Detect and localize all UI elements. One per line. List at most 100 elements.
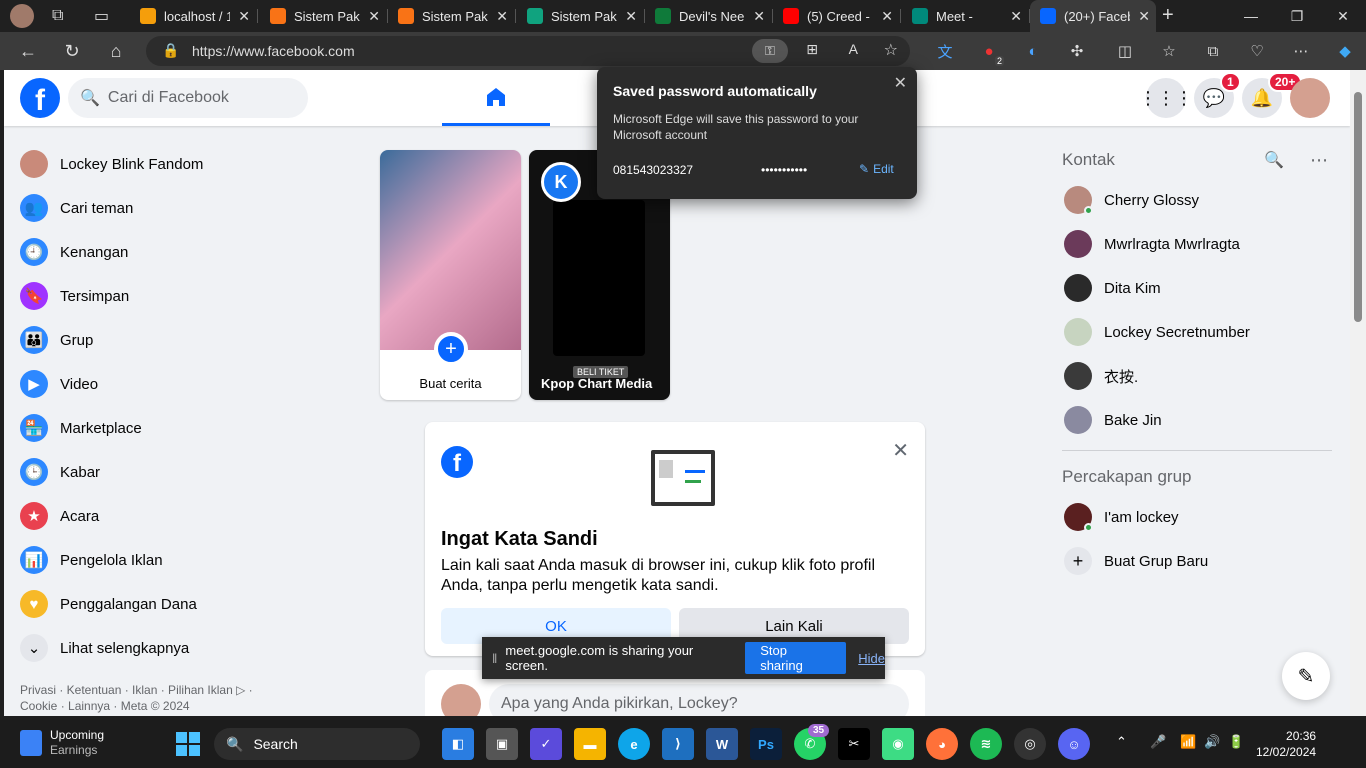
volume-icon[interactable]: 🔊 — [1204, 734, 1220, 750]
extension-badge-icon[interactable]: ● 2 — [978, 40, 1004, 66]
android-icon[interactable]: ◉ — [882, 728, 914, 760]
back-icon[interactable]: ← — [15, 38, 41, 64]
close-icon[interactable]: ✕ — [892, 438, 909, 463]
footer-line-1[interactable]: Privasi · Ketentuan · Iklan · Pilihan Ik… — [20, 682, 253, 698]
search-input[interactable]: 🔍 Cari di Facebook — [68, 78, 308, 118]
workspaces-icon[interactable]: ⧉ — [52, 7, 63, 25]
favorite-star-icon[interactable]: ☆ — [884, 40, 898, 60]
photoshop-icon[interactable]: Ps — [750, 728, 782, 760]
group-chat-item[interactable]: I'am lockey — [1062, 495, 1332, 539]
profile-avatar-icon[interactable] — [10, 4, 34, 28]
close-tab-icon[interactable]: ✕ — [881, 8, 893, 25]
close-icon[interactable]: ✕ — [894, 73, 907, 93]
firefox-icon[interactable]: ◕ — [926, 728, 958, 760]
add-story-icon[interactable]: + — [434, 332, 468, 366]
drag-handle-icon[interactable]: ‖ — [492, 651, 497, 666]
refresh-icon[interactable]: ↻ — [59, 38, 85, 64]
close-window-icon[interactable]: ✕ — [1320, 0, 1366, 32]
obs-icon[interactable]: ◎ — [1014, 728, 1046, 760]
sidebar-item[interactable]: 🕒 Kabar — [4, 450, 364, 494]
new-message-icon[interactable]: ✎ — [1282, 652, 1330, 700]
more-menu-icon[interactable]: ⋯ — [1290, 40, 1312, 62]
sidebar-item[interactable]: ▶ Video — [4, 362, 364, 406]
more-options-icon[interactable]: ⋯ — [1310, 150, 1328, 171]
browser-tab[interactable]: Sistem Paka ✕ — [517, 0, 643, 32]
close-tab-icon[interactable]: ✕ — [368, 8, 380, 25]
battery-icon[interactable]: 🔋 — [1228, 734, 1244, 750]
microphone-icon[interactable]: 🎤 — [1150, 734, 1166, 750]
sidebar-item[interactable]: 🏪 Marketplace — [4, 406, 364, 450]
browser-tab[interactable]: Meet - ✕ — [902, 0, 1028, 32]
browser-tab[interactable]: (5) Creed - ✕ — [773, 0, 899, 32]
password-key-icon[interactable]: ⚿ — [752, 39, 788, 63]
page-scrollbar[interactable] — [1350, 70, 1366, 716]
sidebar-item[interactable]: ♥ Penggalangan Dana — [4, 582, 364, 626]
vscode-icon[interactable]: ⟩ — [662, 728, 694, 760]
contact-item[interactable]: Dita Kim — [1062, 266, 1332, 310]
word-icon[interactable]: W — [706, 728, 738, 760]
browser-tab[interactable]: localhost / 1 ✕ — [130, 0, 256, 32]
browser-tab[interactable]: Devil's Nee ✕ — [645, 0, 771, 32]
apps-available-icon[interactable]: ⊞ — [806, 41, 818, 58]
search-icon[interactable]: 🔍 — [1264, 150, 1284, 170]
sidebar-item[interactable]: 🕘 Kenangan — [4, 230, 364, 274]
app-icon[interactable]: ◧ — [442, 728, 474, 760]
sidebar-item[interactable]: ⌄ Lihat selengkapnya — [4, 626, 364, 670]
contact-item[interactable]: Lockey Secretnumber — [1062, 310, 1332, 354]
task-view-icon[interactable]: ▣ — [486, 728, 518, 760]
discord-icon[interactable]: ☺ — [1058, 728, 1090, 760]
translate-icon[interactable]: 文 — [934, 40, 956, 62]
tab-home[interactable] — [442, 70, 550, 126]
maximize-icon[interactable]: ❐ — [1274, 0, 1320, 32]
extension-sync-icon[interactable]: ◐ — [1022, 40, 1044, 62]
close-tab-icon[interactable]: ✕ — [753, 8, 765, 25]
sidebar-item[interactable]: 📊 Pengelola Iklan — [4, 538, 364, 582]
performance-heart-icon[interactable]: ♡ — [1246, 40, 1268, 62]
close-tab-icon[interactable]: ✕ — [1138, 8, 1150, 25]
clock[interactable]: 20:36 12/02/2024 — [1256, 728, 1316, 760]
earnings-widget-icon[interactable] — [20, 730, 42, 756]
scrollbar-thumb[interactable] — [1354, 92, 1362, 322]
contact-item[interactable]: Cherry Glossy — [1062, 178, 1332, 222]
composer-input[interactable]: Apa yang Anda pikirkan, Lockey? — [489, 684, 909, 716]
close-tab-icon[interactable]: ✕ — [496, 8, 508, 25]
sidebar-item[interactable]: ★ Acara — [4, 494, 364, 538]
close-tab-icon[interactable]: ✕ — [238, 8, 250, 25]
browser-tab[interactable]: (20+) Faceb ✕ — [1030, 0, 1156, 32]
split-screen-icon[interactable]: ◫ — [1114, 40, 1136, 62]
new-tab-icon[interactable]: + — [1162, 4, 1174, 27]
minimize-icon[interactable]: — — [1228, 0, 1274, 32]
close-tab-icon[interactable]: ✕ — [625, 8, 637, 25]
sidebar-item[interactable]: 👪 Grup — [4, 318, 364, 362]
contact-item[interactable]: Mwrlragta Mwrlragta — [1062, 222, 1332, 266]
edge-icon[interactable]: e — [618, 728, 650, 760]
facebook-logo-icon[interactable]: f — [20, 78, 60, 118]
app-icon[interactable]: ✓ — [530, 728, 562, 760]
favorites-icon[interactable]: ☆ — [1158, 40, 1180, 62]
taskbar-search[interactable]: 🔍 Search — [214, 728, 420, 760]
start-windows-icon[interactable] — [176, 732, 200, 756]
contact-item[interactable]: 衣按. — [1062, 354, 1332, 398]
browser-tab[interactable]: Sistem Paka ✕ — [260, 0, 386, 32]
spotify-icon[interactable]: ≋ — [970, 728, 1002, 760]
capcut-icon[interactable]: ✂ — [838, 728, 870, 760]
address-bar[interactable]: 🔒 https://www.facebook.com ⚿ ⊞ A ☆ — [146, 36, 910, 66]
file-explorer-icon[interactable]: ▬ — [574, 728, 606, 760]
create-group-button[interactable]: + Buat Grup Baru — [1062, 539, 1332, 583]
sidebar-item[interactable]: 🔖 Tersimpan — [4, 274, 364, 318]
menu-grid-icon[interactable]: ⋮⋮⋮ — [1139, 78, 1193, 118]
collections-icon[interactable]: ⧉ — [1202, 40, 1224, 62]
sidebar-item[interactable]: 👥 Cari teman — [4, 186, 364, 230]
read-aloud-icon[interactable]: A — [849, 41, 858, 57]
stop-sharing-button[interactable]: Stop sharing — [745, 642, 847, 674]
close-tab-icon[interactable]: ✕ — [1010, 8, 1022, 25]
chevron-up-icon[interactable]: ⌃ — [1116, 734, 1127, 750]
wifi-icon[interactable]: 📶 — [1180, 734, 1196, 750]
create-story-card[interactable]: + Buat cerita — [380, 150, 521, 400]
account-avatar[interactable] — [1290, 78, 1330, 118]
edit-button[interactable]: ✎ Edit — [859, 162, 894, 176]
widget[interactable]: Upcoming Earnings — [50, 728, 104, 758]
sidebar-item[interactable]: Lockey Blink Fandom — [4, 142, 364, 186]
browser-tab[interactable]: Sistem Paka ✕ — [388, 0, 514, 32]
footer-line-2[interactable]: Cookie · Lainnya · Meta © 2024 — [20, 698, 253, 714]
